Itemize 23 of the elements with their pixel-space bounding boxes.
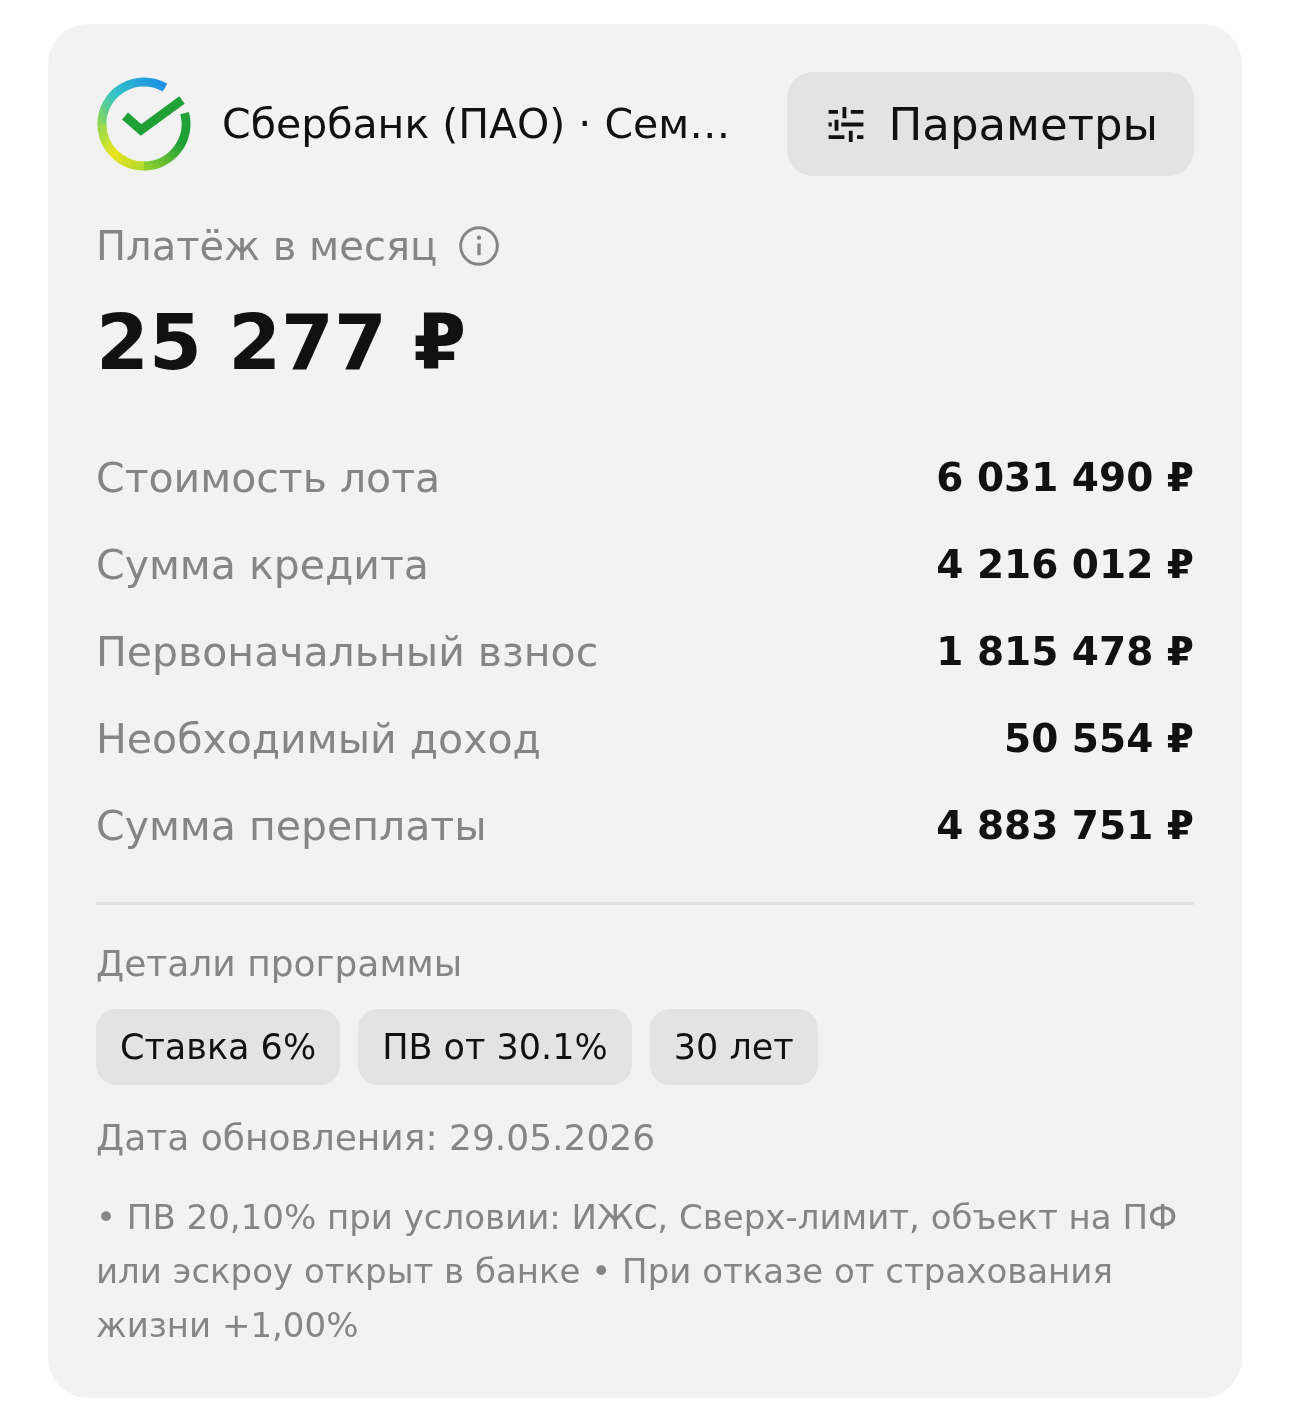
detail-label: Стоимость лота (96, 452, 441, 503)
detail-value: 1 815 478 ₽ (936, 627, 1194, 676)
payment-amount: 25 277 ₽ (96, 301, 468, 385)
payment-label: Платёж в месяц (96, 222, 438, 270)
detail-value: 6 031 490 ₽ (936, 453, 1194, 502)
detail-value: 50 554 ₽ (1004, 714, 1194, 763)
update-date: Дата обновления: 29.05.2026 (96, 1116, 657, 1160)
sliders-icon (826, 106, 865, 142)
program-tag: 30 лет (649, 1009, 818, 1085)
program-tag: Ставка 6% (96, 1009, 341, 1085)
program-tag: ПВ от 30.1% (358, 1009, 632, 1085)
detail-label: Первоначальный взнос (96, 626, 599, 677)
detail-value: 4 883 751 ₽ (936, 801, 1194, 850)
check-ring-icon (96, 76, 192, 172)
detail-label: Необходимый доход (96, 713, 541, 764)
info-icon[interactable] (459, 226, 500, 266)
detail-label: Сумма переплаты (96, 800, 487, 851)
bank-name: Сбербанк (ПАО) · Сем… (222, 99, 731, 149)
program-title: Детали программы (96, 942, 464, 986)
parameters-button[interactable]: Параметры (786, 72, 1194, 176)
detail-value: 4 216 012 ₽ (936, 540, 1194, 589)
program-notes: • ПВ 20,10% при условии: ИЖС, Сверх-лимит, объект на ПФ или эскроу открыт в банке • При отказе от страхования жизни +1,00% (96, 1196, 1179, 1347)
detail-label: Сумма кредита (96, 539, 429, 590)
